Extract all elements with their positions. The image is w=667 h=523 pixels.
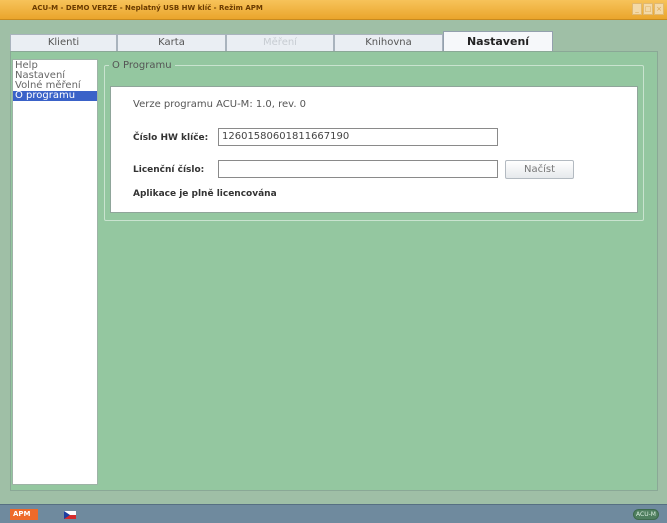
title-bar: ACU-M - DEMO VERZE - Neplatný USB HW klí…: [0, 0, 667, 20]
version-value: 1.0, rev. 0: [255, 99, 307, 110]
hw-key-field[interactable]: 12601580601811667190: [218, 128, 498, 146]
sidebar-item-o-programu[interactable]: O programu: [13, 91, 97, 101]
tab-nastaveni[interactable]: Nastavení: [443, 31, 553, 51]
group-title: O Programu: [109, 60, 175, 72]
hw-key-label: Číslo HW klíče:: [133, 133, 209, 143]
version-info: Verze programu ACU-M: 1.0, rev. 0: [133, 99, 306, 110]
settings-sidebar: Help Nastavení Volné měření O programu: [12, 59, 98, 485]
load-button[interactable]: Načíst: [505, 160, 574, 179]
tab-bar: Klienti Karta Měření Knihovna Nastavení: [10, 31, 553, 51]
apm-mode-badge: APM: [10, 509, 38, 520]
tab-karta[interactable]: Karta: [117, 34, 226, 51]
window-title: ACU-M - DEMO VERZE - Neplatný USB HW klí…: [32, 4, 263, 12]
license-input[interactable]: [218, 160, 498, 178]
about-panel: Verze programu ACU-M: 1.0, rev. 0 Číslo …: [110, 86, 638, 213]
status-bar: APM ACU-M: [0, 504, 667, 523]
acu-m-logo: ACU-M: [633, 509, 659, 520]
license-label: Licenční číslo:: [133, 165, 205, 175]
tab-klienti[interactable]: Klienti: [10, 34, 117, 51]
maximize-icon[interactable]: □: [643, 3, 653, 15]
license-status: Aplikace je plně licencována: [133, 189, 277, 199]
tab-mereni: Měření: [226, 34, 334, 51]
czech-flag-icon[interactable]: [64, 511, 76, 519]
window-controls: _ □ ×: [632, 3, 664, 15]
tab-knihovna[interactable]: Knihovna: [334, 34, 443, 51]
close-icon[interactable]: ×: [654, 3, 664, 15]
version-label: Verze programu ACU-M:: [133, 99, 253, 110]
minimize-icon[interactable]: _: [632, 3, 642, 15]
